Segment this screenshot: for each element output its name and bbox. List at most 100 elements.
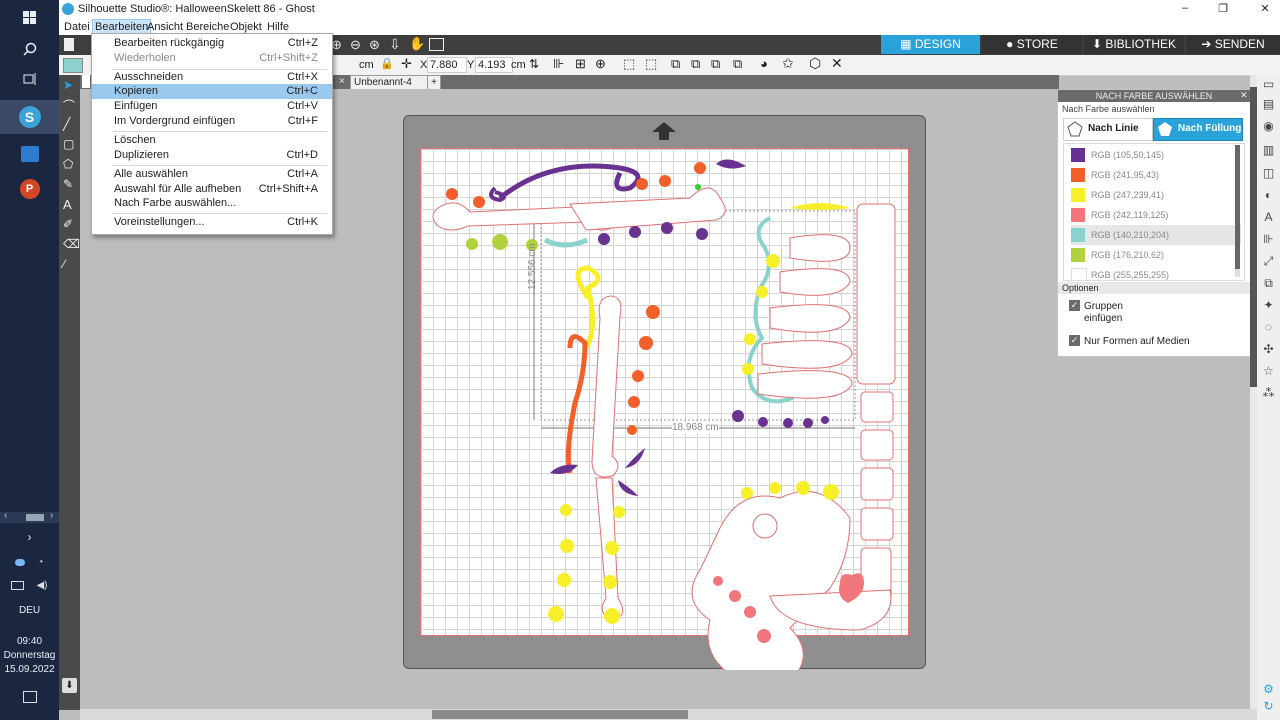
line-tool-icon[interactable]: ╱	[63, 117, 70, 131]
color-list-item[interactable]: RGB (247,239,41)	[1071, 185, 1241, 205]
pen-tool-icon[interactable]: ✎	[63, 177, 73, 191]
lock-icon[interactable]: 🔒	[380, 57, 394, 70]
select-tool-icon[interactable]: ➤	[63, 78, 73, 92]
align-icon[interactable]: ⊪	[553, 56, 564, 72]
zoom-out-icon[interactable]: ⊖	[350, 37, 361, 53]
doc-tab-unbenannt[interactable]: Unbenannt-4	[350, 75, 429, 90]
menu-item-undo[interactable]: Bearbeiten rückgängig Ctrl+Z	[92, 36, 332, 51]
menu-item-copy[interactable]: Kopieren Ctrl+C	[92, 84, 332, 99]
arrange-forward-icon[interactable]: ⧉	[691, 56, 700, 72]
tray-icons-row1[interactable]: ◔	[0, 553, 59, 571]
polygon-tool-icon[interactable]: ⬠	[63, 157, 73, 171]
star-shape-icon[interactable]: ✩	[782, 55, 794, 72]
rotate-handle[interactable]	[695, 184, 701, 190]
library-down-icon[interactable]: ⬇	[62, 678, 77, 693]
menu-item-select-all[interactable]: Alle auswählen Ctrl+A	[92, 167, 332, 182]
wifi-icon[interactable]: ◔	[37, 557, 43, 568]
color-list-item[interactable]: RGB (105,50,145)	[1071, 145, 1241, 165]
page-setup-icon[interactable]: ▭	[1261, 77, 1276, 92]
rhinestone-icon[interactable]: ⁂	[1261, 386, 1276, 401]
mode-by-fill-button[interactable]: Nach Füllung	[1153, 118, 1243, 141]
mode-by-line-button[interactable]: Nach Linie	[1063, 118, 1153, 141]
arrange-front-icon[interactable]: ⧉	[671, 56, 680, 72]
chevron-up-icon[interactable]: ›	[0, 528, 59, 546]
cube-icon[interactable]: ⬡	[809, 55, 821, 72]
rectangle-tool-icon[interactable]: ▢	[63, 137, 74, 151]
minimize-button[interactable]: –	[1175, 2, 1195, 14]
spin-icon[interactable]: ⇅	[529, 57, 539, 71]
text-tool-icon[interactable]: A	[63, 197, 72, 212]
notification-icon[interactable]	[0, 686, 59, 708]
group-icon[interactable]: ⬚	[623, 56, 635, 72]
x-position-input[interactable]: 7.880	[427, 57, 467, 73]
menu-item-redo[interactable]: Wiederholen Ctrl+Shift+Z	[92, 51, 332, 66]
tab-store[interactable]: ● STORE	[982, 35, 1082, 54]
trace-icon[interactable]: ✣	[1261, 342, 1276, 357]
align-panel-icon[interactable]: ⊪	[1261, 232, 1276, 247]
color-list-item[interactable]: RGB (255,255,255)	[1071, 265, 1241, 280]
menu-datei[interactable]: Datei	[62, 20, 92, 34]
fill-panel-icon[interactable]: ◉	[1261, 119, 1276, 134]
eraser-tool-icon[interactable]: ⌫	[63, 237, 80, 251]
media-only-checkbox[interactable]: ✓	[1069, 335, 1080, 346]
y-position-input[interactable]: 4.193	[475, 57, 513, 73]
search-icon[interactable]	[0, 32, 59, 66]
knife-tool-icon[interactable]: ∕	[63, 257, 65, 271]
color-list-item[interactable]: RGB (176,210,62)	[1071, 245, 1241, 265]
modify-icon[interactable]: ✦	[1261, 298, 1276, 313]
point-edit-icon[interactable]: ⌒	[63, 97, 75, 114]
tab-senden[interactable]: ➔ SENDEN	[1186, 35, 1280, 54]
offset-icon[interactable]: ◌	[1261, 320, 1276, 335]
volume-icon[interactable]: ◀)	[36, 580, 47, 591]
maximize-button[interactable]: ❐	[1213, 2, 1233, 15]
color-list-scrollbar[interactable]	[1235, 145, 1240, 277]
arrange-back-icon[interactable]: ⧉	[733, 56, 742, 72]
menu-item-select-by-color[interactable]: Nach Farbe auswählen...	[92, 196, 332, 211]
menu-item-delete[interactable]: Löschen	[92, 133, 332, 148]
start-icon[interactable]	[0, 0, 59, 34]
language-indicator[interactable]: DEU	[0, 605, 59, 616]
doc-tab-current[interactable]	[82, 75, 90, 88]
tray-icons-row2[interactable]: ◀)	[0, 576, 59, 594]
replicate-icon[interactable]: ⧉	[1261, 276, 1276, 291]
group-paste-checkbox[interactable]: ✓	[1069, 300, 1080, 311]
panel-scrollbar[interactable]	[1250, 75, 1257, 709]
task-view-icon[interactable]	[0, 62, 59, 96]
photos-app-icon[interactable]	[0, 137, 59, 171]
registration-icon[interactable]: ▤	[1261, 97, 1276, 112]
menu-item-paste[interactable]: Einfügen Ctrl+V	[92, 99, 332, 114]
menu-hilfe[interactable]: Hilfe	[265, 20, 291, 34]
color-list-item[interactable]: RGB (242,119,125)	[1071, 205, 1241, 225]
doc-tab-close-icon[interactable]: ×	[339, 76, 345, 87]
zoom-select-icon[interactable]: ⊛	[369, 37, 380, 53]
tab-bibliothek[interactable]: ⬇ BIBLIOTHEK	[1084, 35, 1184, 54]
menu-ansicht[interactable]: Ansicht	[145, 20, 185, 34]
ungroup-icon[interactable]: ⬚	[645, 56, 657, 72]
design-artwork[interactable]	[420, 148, 910, 670]
horizontal-scrollbar[interactable]	[80, 709, 1257, 720]
powerpoint-app-icon[interactable]: P	[0, 172, 59, 206]
menu-item-deselect-all[interactable]: Auswahl für Alle aufheben Ctrl+Shift+A	[92, 182, 332, 197]
scroll-thumb[interactable]	[432, 710, 688, 719]
menu-item-paste-front[interactable]: Im Vordergrund einfügen Ctrl+F	[92, 114, 332, 129]
new-file-icon[interactable]	[64, 38, 74, 51]
color-list-item[interactable]: RGB (241,95,43)	[1071, 165, 1241, 185]
transparency-icon[interactable]: ◐	[1261, 188, 1276, 203]
text-style-icon[interactable]: A	[1261, 210, 1276, 225]
line-style-icon[interactable]: ▥	[1261, 143, 1276, 158]
refresh-icon[interactable]: ↻	[1261, 699, 1276, 714]
taskbar-scroll[interactable]: ‹ ›	[0, 510, 59, 523]
menu-item-preferences[interactable]: Voreinstellungen... Ctrl+K	[92, 215, 332, 230]
close-button[interactable]: ✕	[1255, 2, 1275, 15]
menu-item-duplicate[interactable]: Duplizieren Ctrl+D	[92, 148, 332, 163]
silhouette-app-icon[interactable]: S	[0, 100, 59, 134]
sketch-icon[interactable]: ☆	[1261, 364, 1276, 379]
clock-time[interactable]: 09:40	[0, 636, 59, 647]
tab-design[interactable]: ▦ DESIGN	[881, 35, 980, 54]
new-tab-button[interactable]: +	[427, 75, 441, 90]
gear-icon[interactable]: ⚙	[1261, 682, 1276, 697]
center-icon[interactable]: ⊞	[575, 56, 586, 72]
panel-close-icon[interactable]: ✕	[1240, 90, 1248, 101]
image-effects-icon[interactable]: ◫	[1261, 166, 1276, 181]
battery-icon[interactable]	[11, 580, 25, 590]
